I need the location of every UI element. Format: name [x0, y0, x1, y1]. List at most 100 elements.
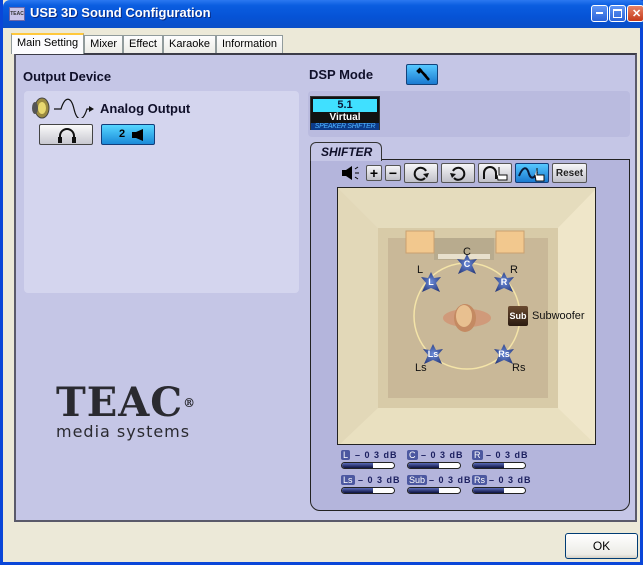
speaker-badge: C: [463, 259, 471, 269]
dsp-settings-button[interactable]: [406, 64, 438, 85]
speaker-sub[interactable]: Sub: [508, 306, 528, 326]
logo-tagline: media systems: [56, 422, 191, 441]
mode-line1: 5.1: [313, 99, 377, 112]
logo-registered: ®: [183, 396, 197, 410]
shifter-tab[interactable]: SHIFTER: [310, 142, 382, 161]
analog-output-label: Analog Output: [100, 100, 191, 116]
speaker-badge: Ls: [427, 349, 439, 359]
minimize-button[interactable]: [591, 5, 608, 22]
wave-pointer-button[interactable]: [515, 163, 549, 183]
app-icon: TEAC: [9, 7, 25, 21]
speaker-label-r: R: [510, 264, 518, 276]
level-c: C – 0 3 dB: [407, 450, 467, 472]
maximize-icon: [613, 9, 622, 18]
main-setting-panel: Output Device Analog Output 2 TEAC® medi…: [14, 53, 637, 522]
shifter-toolbar: + − Reset: [341, 162, 587, 184]
mode-line2: Virtual: [329, 112, 361, 123]
level-fill: [342, 488, 374, 493]
rotate-clockwise-icon: [413, 166, 429, 181]
dsp-mode-area: 5.1 Virtual SPEAKER SHIFTER: [308, 91, 630, 137]
speaker-room[interactable]: C C L L R R Ls Ls Rs Rs Sub Subwoofer: [337, 187, 596, 445]
level-value: – 0 3 dB: [489, 475, 532, 485]
level-slider[interactable]: [407, 462, 461, 469]
level-r: R – 0 3 dB: [472, 450, 532, 472]
hammer-icon: [416, 67, 430, 81]
level-fill: [473, 488, 505, 493]
volume-up-button[interactable]: +: [366, 165, 382, 181]
teac-logo: TEAC® media systems: [56, 383, 197, 442]
ok-button[interactable]: OK: [565, 533, 638, 559]
window-title: USB 3D Sound Configuration: [30, 5, 211, 20]
speaker-label-rs: Rs: [512, 362, 526, 374]
level-ls: Ls – 0 3 dB: [341, 475, 401, 497]
level-slider[interactable]: [472, 462, 526, 469]
headphone-hand-icon: [483, 166, 508, 181]
speaker-badge: L: [428, 277, 434, 287]
rotate-counterclockwise-button[interactable]: [441, 163, 475, 183]
close-button[interactable]: ✕: [627, 5, 643, 22]
headphone-icon: [58, 128, 76, 143]
reset-button[interactable]: Reset: [552, 163, 587, 183]
level-tag: Sub: [407, 475, 428, 485]
close-icon: ✕: [632, 8, 642, 20]
virtual-51-mode-button[interactable]: 5.1 Virtual SPEAKER SHIFTER: [310, 96, 380, 130]
logo-brand: TEAC: [56, 379, 184, 426]
dsp-mode-title: DSP Mode: [309, 67, 374, 82]
level-value: – 0 3 dB: [358, 475, 401, 485]
tab-information[interactable]: Information: [215, 35, 283, 54]
level-value: – 0 3 dB: [421, 450, 464, 460]
level-fill: [408, 488, 440, 493]
rotate-counterclockwise-icon: [450, 166, 466, 181]
minimize-icon: [596, 12, 603, 14]
speaker-cone-icon: [32, 97, 50, 119]
two-speaker-output-button[interactable]: 2: [101, 124, 155, 145]
level-value: – 0 3 dB: [429, 475, 472, 485]
level-fill: [408, 463, 440, 468]
level-tag: Rs: [472, 475, 487, 485]
level-rs: Rs – 0 3 dB: [472, 475, 532, 497]
volume-down-button[interactable]: −: [385, 165, 401, 181]
speaker-label-ls: Ls: [415, 362, 427, 374]
level-value: – 0 3 dB: [355, 450, 398, 460]
tab-main-setting[interactable]: Main Setting: [11, 33, 85, 54]
plus-icon: +: [369, 165, 379, 181]
output-device-box: Analog Output 2: [24, 91, 299, 293]
speaker-icon: [132, 129, 143, 141]
tab-karaoke[interactable]: Karaoke: [162, 35, 216, 54]
rotate-clockwise-button[interactable]: [404, 163, 438, 183]
speaker-badge: Sub: [509, 311, 527, 321]
level-l: L – 0 3 dB: [341, 450, 401, 472]
tab-effect[interactable]: Effect: [123, 35, 163, 54]
speaker-count: 2: [119, 128, 126, 140]
level-tag: R: [472, 450, 483, 460]
level-slider[interactable]: [472, 487, 526, 494]
speaker-badge: R: [500, 277, 508, 287]
level-slider[interactable]: [341, 462, 395, 469]
level-tag: L: [341, 450, 351, 460]
title-bar[interactable]: TEAC USB 3D Sound Configuration ✕: [3, 0, 643, 28]
output-device-title: Output Device: [23, 69, 112, 84]
level-tag: Ls: [341, 475, 355, 485]
level-tag: C: [407, 450, 418, 460]
app-window: TEAC USB 3D Sound Configuration ✕ Main S…: [0, 0, 643, 565]
level-slider[interactable]: [341, 487, 395, 494]
minus-icon: −: [388, 165, 398, 181]
headphone-pointer-button[interactable]: [478, 163, 512, 183]
maximize-button[interactable]: [609, 5, 626, 22]
level-sub: Sub – 0 3 dB: [407, 475, 471, 497]
mode-line3: SPEAKER SHIFTER: [311, 123, 379, 130]
speaker-badge: Rs: [498, 349, 510, 359]
headphone-output-button[interactable]: [39, 124, 93, 145]
speaker-label-sub: Subwoofer: [532, 310, 585, 322]
level-fill: [473, 463, 505, 468]
shifter-panel: + − Reset C C L L R R Ls Ls Rs Rs Sub Su…: [310, 159, 630, 511]
speaker-label-l: L: [417, 264, 424, 276]
speaker-label-c: C: [463, 246, 471, 258]
wave-hand-icon: [518, 167, 545, 182]
tab-mixer[interactable]: Mixer: [84, 35, 124, 54]
level-value: – 0 3 dB: [486, 450, 529, 460]
analog-wave-icon: [54, 98, 94, 118]
volume-icon: [342, 166, 359, 180]
level-slider[interactable]: [407, 487, 461, 494]
level-fill: [342, 463, 374, 468]
